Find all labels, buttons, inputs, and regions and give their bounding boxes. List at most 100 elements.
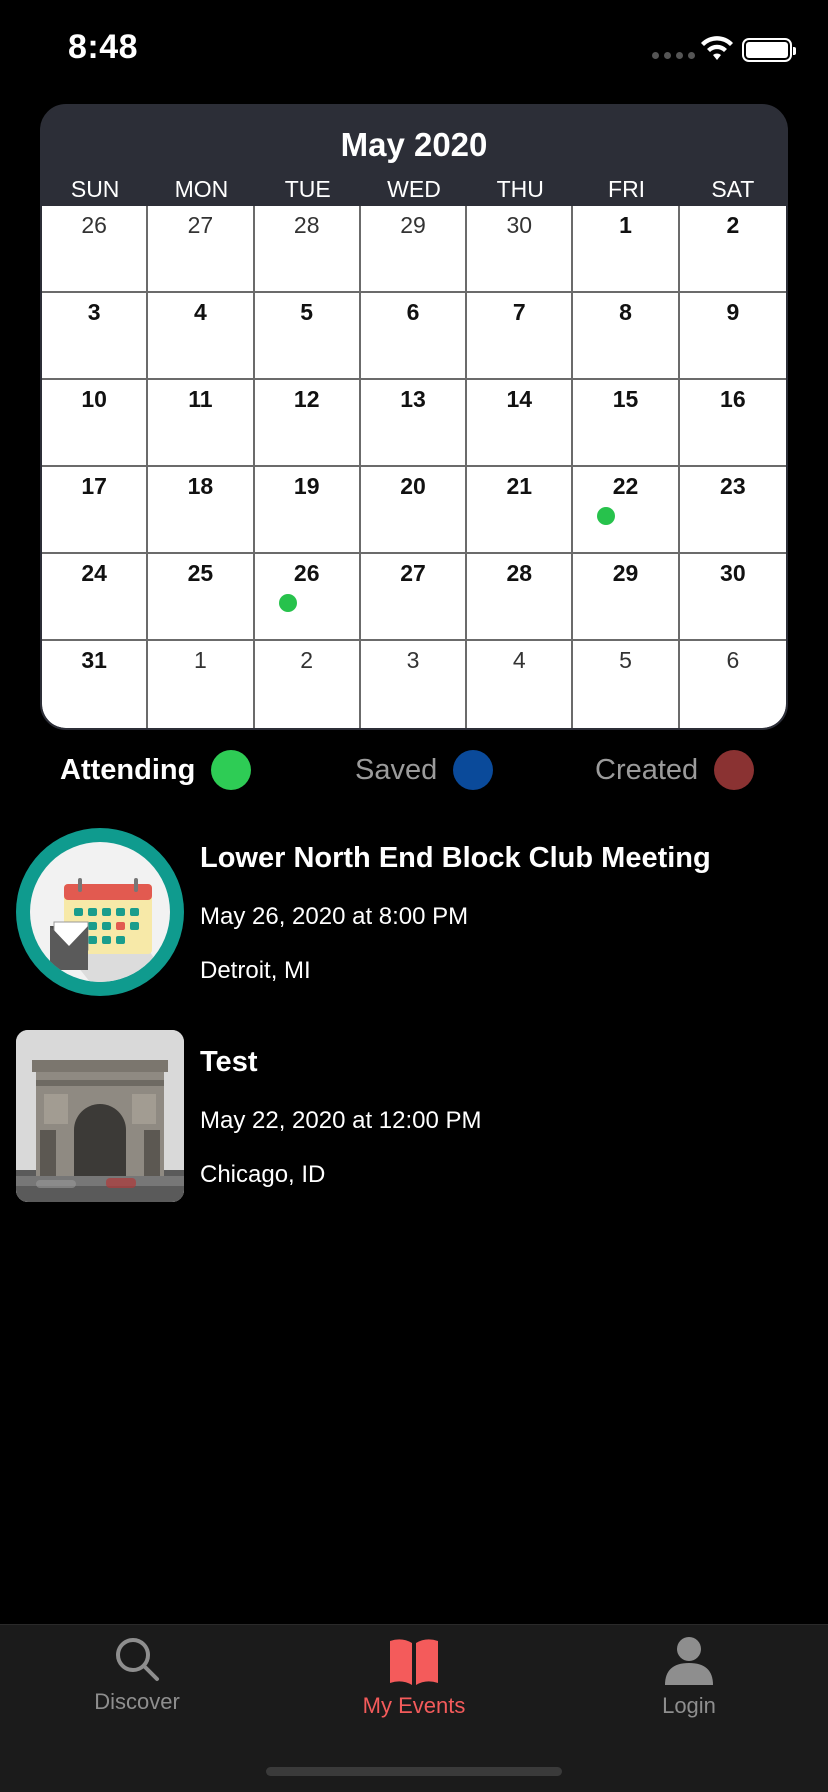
calendar-day-number: 1 bbox=[194, 647, 207, 673]
tab-bar: Discover My Events Login bbox=[0, 1624, 828, 1792]
event-date: May 26, 2020 at 8:00 PM bbox=[200, 903, 469, 930]
calendar-day-cell[interactable]: 3 bbox=[42, 293, 149, 380]
calendar-day-number: 28 bbox=[293, 212, 320, 238]
weekday-label: SUN bbox=[70, 175, 120, 202]
calendar-day-cell[interactable]: 24 bbox=[42, 554, 149, 641]
calendar-day-cell[interactable]: 2 bbox=[679, 206, 786, 293]
calendar-day-number: 6 bbox=[726, 647, 740, 673]
calendar-day-cell[interactable]: 10 bbox=[42, 380, 149, 467]
calendar-day-cell[interactable]: 21 bbox=[467, 467, 574, 554]
calendar-day-cell[interactable]: 27 bbox=[148, 206, 255, 293]
calendar-day-number: 23 bbox=[720, 473, 746, 499]
calendar-day-cell[interactable]: 16 bbox=[679, 380, 786, 467]
calendar-day-cell[interactable]: 12 bbox=[254, 380, 361, 467]
event-indicator-dot bbox=[278, 594, 297, 612]
event-list-item[interactable]: Test May 22, 2020 at 12:00 PM Chicago, I… bbox=[16, 1030, 812, 1202]
calendar-day-cell[interactable]: 13 bbox=[360, 380, 468, 467]
calendar-day-cell[interactable]: 25 bbox=[148, 554, 255, 641]
calendar-day-cell[interactable]: 31 bbox=[42, 641, 149, 728]
tab-my-events[interactable]: My Events bbox=[314, 1635, 514, 1719]
legend-saved[interactable]: Saved bbox=[355, 750, 494, 790]
calendar-day-cell[interactable]: 6 bbox=[680, 641, 786, 728]
calendar-day-number: 5 bbox=[619, 647, 632, 673]
calendar-day-cell[interactable]: 1 bbox=[148, 641, 255, 728]
calendar-day-cell[interactable]: 9 bbox=[679, 293, 786, 380]
calendar-day-cell[interactable]: 27 bbox=[360, 554, 468, 641]
calendar-day-grid: 26 27 28 29 30 1 2 3 4 5 6 7 8 9 10 11 12 13 14 15 16 17 18 19 2… bbox=[42, 206, 786, 728]
calendar-day-cell[interactable]: 22 bbox=[573, 467, 680, 554]
calendar-day-cell[interactable]: 7 bbox=[467, 293, 574, 380]
tab-login[interactable]: Login bbox=[589, 1635, 789, 1719]
calendar-day-number: 14 bbox=[506, 386, 533, 412]
calendar-day-number: 27 bbox=[187, 212, 214, 238]
calendar-day-number: 30 bbox=[506, 212, 533, 238]
calendar-day-number: 26 bbox=[293, 560, 320, 586]
calendar-day-cell[interactable]: 14 bbox=[467, 380, 574, 467]
wifi-icon bbox=[701, 36, 733, 60]
calendar-day-cell[interactable]: 5 bbox=[254, 293, 361, 380]
calendar-day-number: 26 bbox=[81, 212, 107, 238]
calendar-day-cell[interactable]: 20 bbox=[360, 467, 468, 554]
calendar-day-number: 3 bbox=[87, 299, 101, 325]
event-info: Lower North End Block Club Meeting May 2… bbox=[200, 826, 812, 985]
calendar-day-number: 4 bbox=[194, 299, 207, 325]
calendar-day-cell[interactable]: 26 bbox=[42, 206, 149, 293]
event-info: Test May 22, 2020 at 12:00 PM Chicago, I… bbox=[200, 1030, 812, 1189]
event-title: Test bbox=[200, 1046, 258, 1078]
calendar-day-cell[interactable]: 2 bbox=[255, 641, 361, 728]
calendar-day-cell[interactable]: 4 bbox=[467, 641, 574, 728]
calendar-day-cell[interactable]: 6 bbox=[360, 293, 468, 380]
calendar-day-cell[interactable]: 18 bbox=[148, 467, 255, 554]
battery-icon bbox=[742, 38, 796, 62]
tab-discover[interactable]: Discover bbox=[37, 1635, 237, 1715]
weekday-label: MON bbox=[174, 175, 229, 202]
calendar-day-number: 11 bbox=[188, 386, 213, 412]
book-icon bbox=[390, 1639, 438, 1685]
calendar-day-cell[interactable]: 8 bbox=[573, 293, 680, 380]
event-location: Detroit, MI bbox=[200, 957, 311, 984]
legend-created[interactable]: Created bbox=[595, 750, 755, 790]
tab-discover-label: Discover bbox=[94, 1689, 180, 1714]
calendar-day-cell[interactable]: 15 bbox=[573, 380, 680, 467]
calendar-day-cell[interactable]: 28 bbox=[254, 206, 361, 293]
calendar-day-number: 28 bbox=[506, 560, 533, 586]
calendar-day-cell[interactable]: 11 bbox=[148, 380, 255, 467]
home-indicator bbox=[266, 1767, 562, 1776]
calendar-day-cell[interactable]: 30 bbox=[467, 206, 574, 293]
calendar-day-cell[interactable]: 3 bbox=[361, 641, 468, 728]
legend-attending[interactable]: Attending bbox=[60, 750, 252, 790]
person-icon bbox=[665, 1637, 713, 1685]
legend-created-label: Created bbox=[595, 753, 699, 786]
calendar-day-cell[interactable]: 4 bbox=[148, 293, 255, 380]
calendar-day-number: 10 bbox=[81, 386, 107, 412]
event-thumbnail bbox=[16, 826, 184, 998]
calendar-day-cell[interactable]: 28 bbox=[467, 554, 574, 641]
calendar-day-number: 16 bbox=[720, 386, 746, 412]
event-list-item[interactable]: Lower North End Block Club Meeting May 2… bbox=[16, 826, 812, 998]
tab-my-events-label: My Events bbox=[362, 1693, 466, 1718]
calendar-day-cell[interactable]: 17 bbox=[42, 467, 149, 554]
weekday-label: SAT bbox=[711, 175, 755, 202]
calendar-day-cell[interactable]: 29 bbox=[573, 554, 680, 641]
calendar-day-cell[interactable]: 30 bbox=[679, 554, 786, 641]
calendar-day-number: 17 bbox=[81, 473, 107, 499]
calendar-day-number: 8 bbox=[619, 299, 632, 325]
calendar-weekday-header: SUN MON TUE WED THU FRI SAT bbox=[42, 162, 786, 206]
calendar-day-number: 4 bbox=[512, 647, 526, 673]
calendar-day-cell[interactable]: 29 bbox=[360, 206, 468, 293]
calendar-day-number: 21 bbox=[506, 473, 533, 499]
legend-created-dot bbox=[714, 750, 755, 790]
calendar-day-cell[interactable]: 1 bbox=[573, 206, 680, 293]
weekday-label: THU bbox=[496, 175, 544, 202]
status-bar: 8:48 bbox=[0, 0, 828, 100]
calendar-day-number: 24 bbox=[81, 560, 107, 586]
calendar-day-cell[interactable]: 5 bbox=[573, 641, 680, 728]
calendar-day-cell[interactable]: 23 bbox=[679, 467, 786, 554]
calendar-day-number: 2 bbox=[300, 647, 314, 673]
calendar-day-number: 19 bbox=[293, 473, 320, 499]
calendar-day-cell[interactable]: 26 bbox=[254, 554, 361, 641]
event-date: May 22, 2020 at 12:00 PM bbox=[200, 1107, 482, 1134]
event-indicator-dot bbox=[597, 507, 616, 525]
calendar-day-cell[interactable]: 19 bbox=[254, 467, 361, 554]
calendar-day-number: 7 bbox=[512, 299, 526, 325]
